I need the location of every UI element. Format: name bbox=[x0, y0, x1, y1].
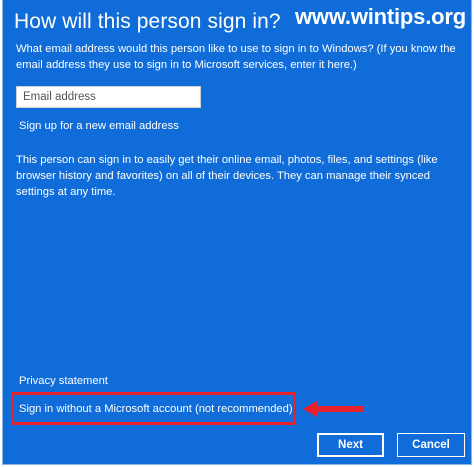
email-address-input[interactable] bbox=[16, 86, 201, 108]
left-arrow-icon bbox=[303, 401, 363, 417]
microsoft-account-dialog: How will this person sign in? www.wintip… bbox=[2, 0, 472, 465]
watermark: www.wintips.org bbox=[295, 4, 466, 29]
sign-in-without-microsoft-account-link[interactable]: Sign in without a Microsoft account (not… bbox=[19, 403, 293, 415]
cancel-button[interactable]: Cancel bbox=[397, 433, 465, 457]
sign-up-new-email-link[interactable]: Sign up for a new email address bbox=[19, 120, 179, 132]
sync-description-text: This person can sign in to easily get th… bbox=[16, 154, 438, 198]
dialog-title: How will this person sign in? bbox=[14, 10, 281, 33]
email-question-text: What email address would this person lik… bbox=[16, 43, 456, 71]
privacy-statement-link[interactable]: Privacy statement bbox=[19, 375, 108, 387]
next-button[interactable]: Next bbox=[317, 433, 384, 457]
